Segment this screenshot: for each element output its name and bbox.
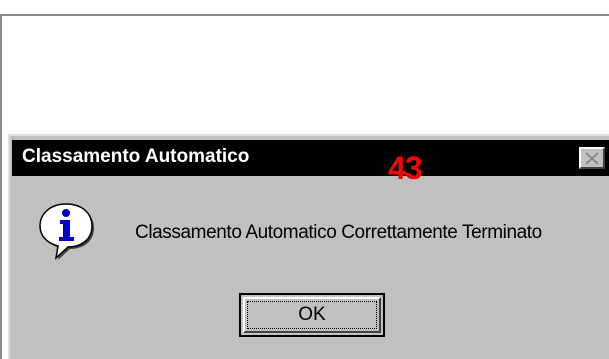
close-button[interactable] <box>579 147 605 169</box>
dialog-message: Classamento Automatico Correttamente Ter… <box>135 222 542 243</box>
information-icon <box>39 203 94 261</box>
close-icon <box>585 152 599 165</box>
dialog-title: Classamento Automatico <box>22 146 250 167</box>
annotation-number: 43 <box>388 150 423 186</box>
message-dialog: Classamento Automatico Classamento Autom… <box>8 134 609 359</box>
ok-button-label: OK <box>247 301 377 329</box>
ok-button[interactable]: OK <box>239 293 385 337</box>
dialog-titlebar[interactable]: Classamento Automatico <box>12 140 609 176</box>
